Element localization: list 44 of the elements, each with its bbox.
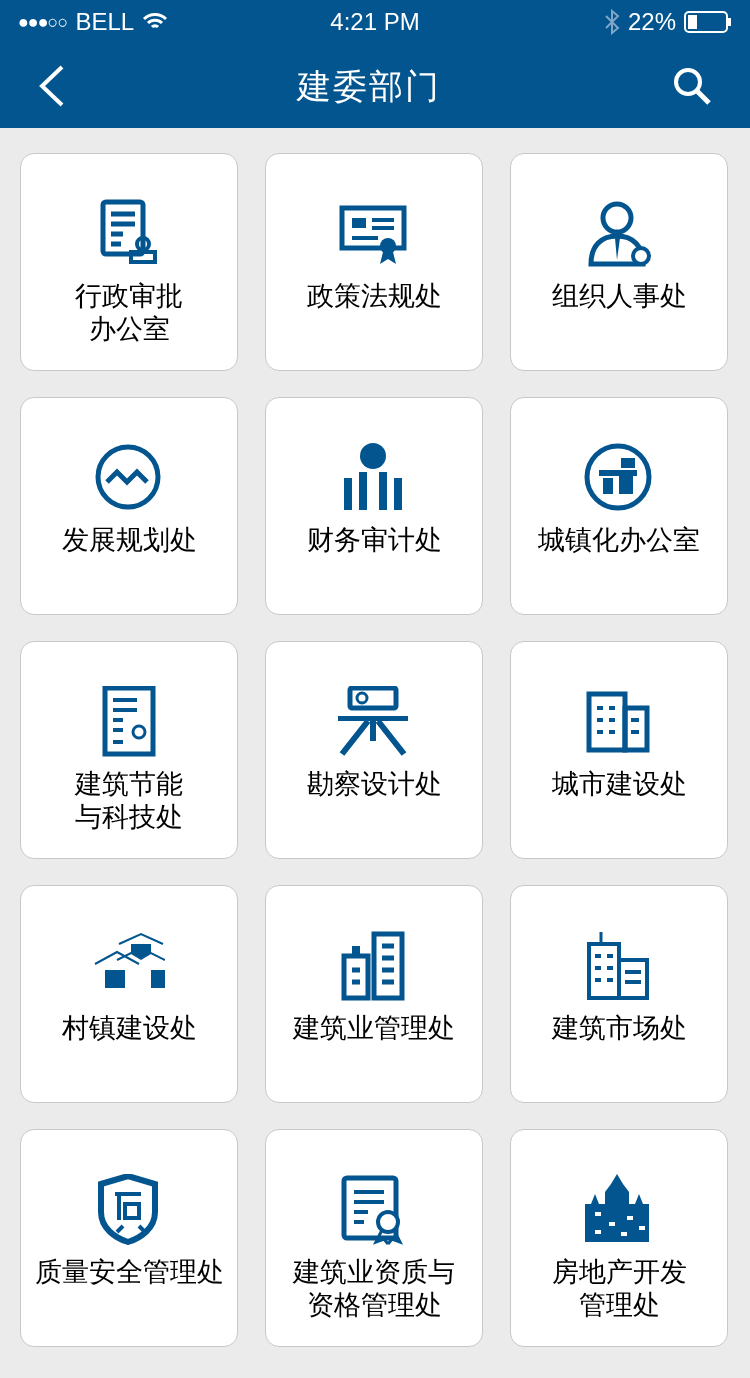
battery-percent: 22% [627,7,676,37]
department-name: 村镇建设处 [61,1012,197,1045]
department-name: 城市建设处 [551,768,687,801]
department-card[interactable]: 发展规划处 [20,397,238,615]
department-name: 资格管理处 [306,1289,442,1322]
department-name: 城镇化办公室 [538,524,700,557]
signal-dots: ●●●○○ [18,10,68,34]
projector-tripod-icon [338,686,410,758]
department-name: 管理处 [578,1289,660,1322]
department-name: 办公室 [88,313,170,346]
department-name: 与科技处 [75,801,183,834]
page-title: 建委部门 [297,65,441,107]
department-name: 政策法规处 [306,280,442,313]
department-card[interactable]: 房地产开发 管理处 [510,1129,728,1347]
department-card[interactable]: 建筑业管理处 [265,885,483,1103]
department-card[interactable]: 村镇建设处 [20,885,238,1103]
department-name: 质量安全管理处 [34,1256,224,1289]
department-name: 财务审计处 [306,524,442,557]
department-card[interactable]: 财务审计处 [265,397,483,615]
department-card[interactable]: 质量安全管理处 [20,1129,238,1347]
department-name: 房地产开发 [551,1256,687,1289]
department-name: 行政审批 [75,280,183,313]
department-card[interactable]: 建筑业资质与 资格管理处 [265,1129,483,1347]
department-card[interactable]: 勘察设计处 [265,641,483,859]
department-name: 发展规划处 [61,524,197,557]
department-name: 建筑节能 [75,768,183,801]
department-card[interactable]: 组织人事处 [510,153,728,371]
status-time: 4:21 PM [329,7,421,37]
department-card[interactable]: 建筑节能 与科技处 [20,641,238,859]
department-card[interactable]: 城镇化办公室 [510,397,728,615]
department-card[interactable]: 政策法规处 [265,153,483,371]
department-name: 建筑业资质与 [293,1256,455,1289]
carrier-name: BELL [75,7,135,37]
department-name: 组织人事处 [551,280,687,313]
department-card[interactable]: 城市建设处 [510,641,728,859]
department-name: 建筑业管理处 [293,1012,455,1045]
department-name: 建筑市场处 [551,1012,687,1045]
back-icon[interactable] [38,65,66,107]
bluetooth-icon [603,9,620,35]
department-card[interactable]: 建筑市场处 [510,885,728,1103]
department-card[interactable]: 行政审批 办公室 [20,153,238,371]
battery-icon [684,11,732,33]
search-icon[interactable] [672,66,712,106]
department-name: 勘察设计处 [306,768,442,801]
